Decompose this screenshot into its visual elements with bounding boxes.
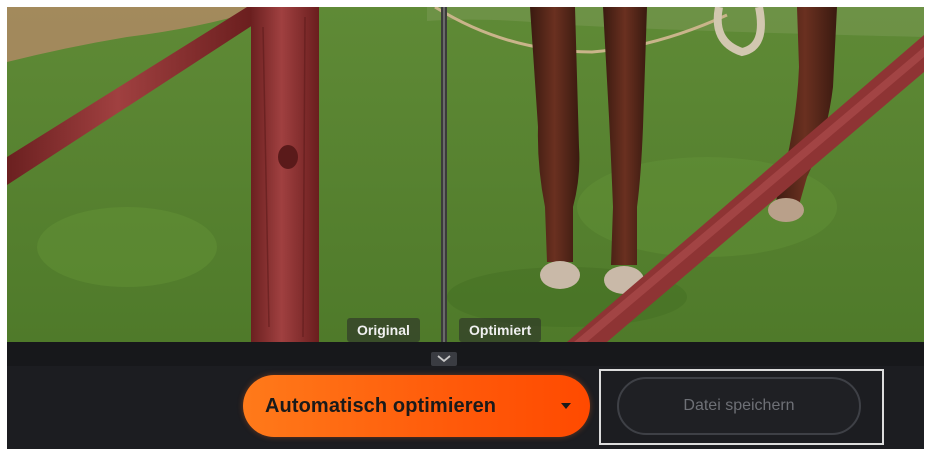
comparison-labels: Original Optimiert <box>341 318 571 342</box>
horse-photo <box>7 7 924 342</box>
toolbar-handle-strip <box>7 342 924 366</box>
bottom-toolbar: Automatisch optimieren Datei speichern <box>7 342 924 449</box>
save-file-button[interactable]: Datei speichern <box>617 377 861 435</box>
original-label: Original <box>347 318 420 342</box>
collapse-panel-button[interactable] <box>431 352 457 366</box>
chevron-down-icon <box>437 355 451 363</box>
optimized-label: Optimiert <box>459 318 542 342</box>
caret-down-icon[interactable] <box>560 402 572 410</box>
save-file-label: Datei speichern <box>683 397 795 414</box>
auto-optimize-button[interactable]: Automatisch optimieren <box>243 375 590 437</box>
photo-comparison-view[interactable]: Original Optimiert <box>7 7 924 342</box>
auto-optimize-label: Automatisch optimieren <box>265 394 497 417</box>
